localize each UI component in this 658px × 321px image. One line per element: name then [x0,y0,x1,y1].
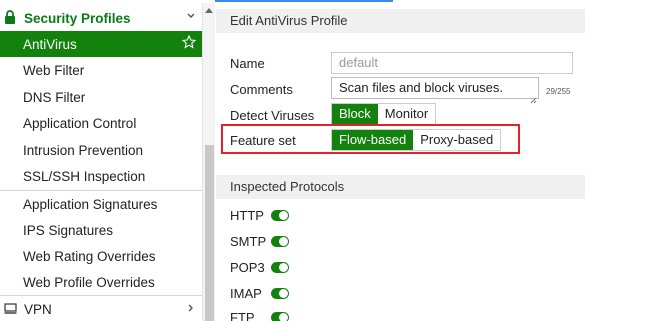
pop3-toggle[interactable] [271,262,289,273]
sidebar-item-web-profile-overrides[interactable]: Web Profile Overrides [0,269,202,295]
sidebar-item-label: VPN [24,301,52,317]
protocol-label: SMTP [230,234,267,249]
detect-viruses-label: Detect Viruses [230,108,315,123]
star-icon[interactable] [181,34,197,49]
name-field[interactable]: default [331,52,573,74]
ftp-toggle[interactable] [271,312,289,321]
sidebar-item-vpn[interactable]: VPN [0,296,202,321]
page-title: Edit AntiVirus Profile [216,9,585,33]
sidebar-item-label: Intrusion Prevention [23,142,144,158]
monitor-button[interactable]: Monitor [377,104,436,124]
sidebar-item-label: Application Signatures [23,196,158,212]
sidebar-item-label: Web Profile Overrides [23,274,155,290]
sidebar-item-label: Web Filter [23,62,85,78]
name-label: Name [230,56,265,71]
protocol-row-smtp: SMTP [230,234,289,249]
monitor-icon [4,303,18,315]
flow-based-button[interactable]: Flow-based [332,130,414,150]
sidebar-scrollbar[interactable] [202,3,215,321]
feature-set-label: Feature set [230,133,296,148]
sidebar-item-label: SSL/SSH Inspection [23,168,146,184]
sidebar-item-intrusion-prevention[interactable]: Intrusion Prevention [0,137,202,163]
protocol-row-ftp: FTP [230,310,289,321]
chevron-down-icon[interactable] [186,9,196,24]
protocol-row-pop3: POP3 [230,260,289,275]
sidebar-item-label: AntiVirus [23,36,77,52]
block-button[interactable]: Block [332,104,378,124]
comments-char-count: 29/255 [546,87,571,96]
imap-toggle[interactable] [271,288,289,299]
sidebar-item-dns-filter[interactable]: DNS Filter [0,84,202,110]
sidebar-item-ips-signatures[interactable]: IPS Signatures [0,217,202,243]
sidebar-item-application-signatures[interactable]: Application Signatures [0,191,202,217]
scrollbar-thumb[interactable] [205,145,214,321]
sidebar-menu: Security Profiles AntiVirus Web Filter D… [0,3,202,321]
resize-handle-icon[interactable] [530,90,537,104]
protocol-label: FTP [230,310,255,321]
comments-label: Comments [230,82,293,97]
comments-text: Scan files and block viruses. [339,80,504,95]
proxy-based-button[interactable]: Proxy-based [413,130,501,150]
protocol-row-imap: IMAP [230,286,289,301]
sidebar-item-label: DNS Filter [23,89,86,105]
comments-field[interactable]: Scan files and block viruses. [331,77,539,104]
detect-viruses-toggle: Block Monitor [331,103,437,125]
sidebar-item-label: Application Control [23,115,137,131]
sidebar-section-label: Security Profiles [24,10,131,26]
protocol-row-http: HTTP [230,208,289,223]
sidebar-item-web-rating-overrides[interactable]: Web Rating Overrides [0,243,202,269]
sidebar-item-antivirus[interactable]: AntiVirus [0,31,202,57]
sidebar-item-application-control[interactable]: Application Control [0,110,202,136]
protocol-label: POP3 [230,260,265,275]
protocol-label: HTTP [230,208,264,223]
chevron-right-icon [186,301,196,316]
smtp-toggle[interactable] [271,236,289,247]
sidebar: Security Profiles AntiVirus Web Filter D… [0,0,215,321]
main-panel: Edit AntiVirus Profile Name default Comm… [216,0,658,321]
sidebar-item-label: IPS Signatures [23,222,114,238]
sidebar-item-label: Web Rating Overrides [23,248,156,264]
lock-icon [4,10,18,26]
http-toggle[interactable] [271,210,289,221]
feature-set-toggle: Flow-based Proxy-based [331,129,502,151]
sidebar-item-web-filter[interactable]: Web Filter [0,57,202,83]
protocol-label: IMAP [230,286,262,301]
sidebar-section-security-profiles[interactable]: Security Profiles [0,5,202,31]
scroll-up-arrow-icon[interactable] [205,8,213,13]
inspected-protocols-header: Inspected Protocols [216,175,585,199]
sidebar-item-ssl-ssh-inspection[interactable]: SSL/SSH Inspection [0,163,202,189]
